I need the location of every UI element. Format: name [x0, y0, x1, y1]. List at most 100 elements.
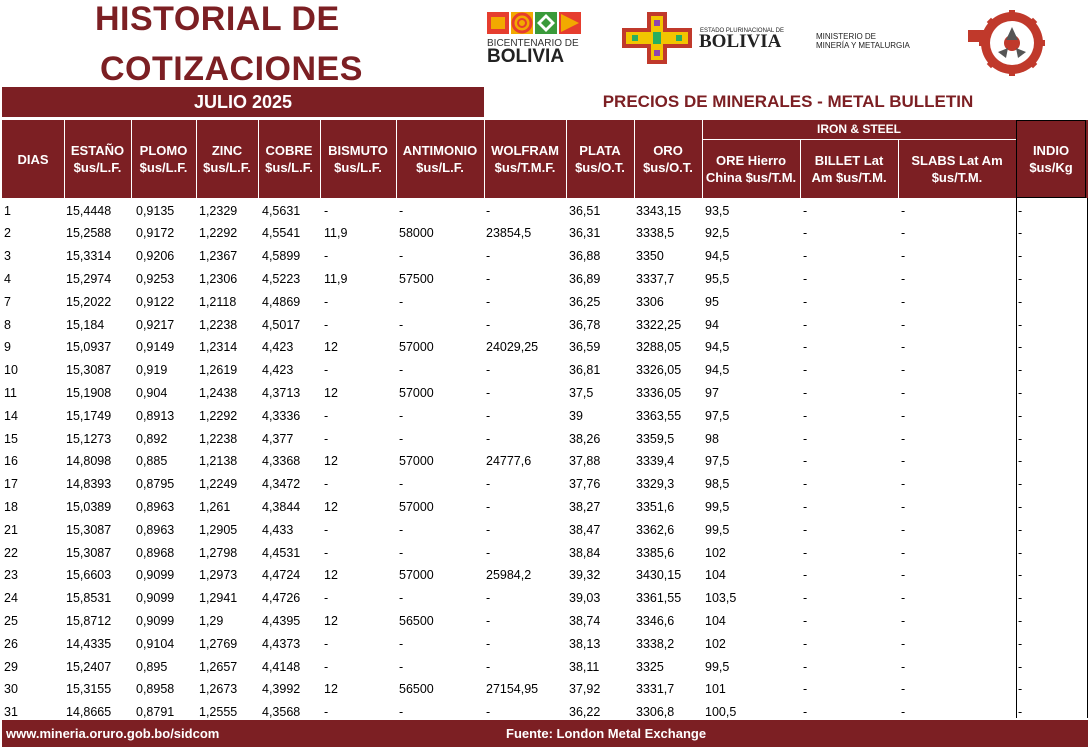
cell-indio: -	[1018, 271, 1023, 286]
divider	[566, 120, 567, 198]
cell-slabs: -	[901, 271, 906, 286]
cell-antimonio: -	[399, 294, 404, 309]
cell-slabs: -	[901, 408, 906, 423]
cell-slabs: -	[901, 659, 906, 674]
cell-plata: 39	[569, 408, 583, 423]
cell-dia: 25	[4, 613, 18, 628]
divider	[320, 120, 321, 198]
page-title-line2: COTIZACIONES	[100, 50, 363, 88]
divider	[64, 120, 65, 198]
col-header-dias: DIAS	[17, 151, 49, 167]
cell-indio: -	[1018, 499, 1023, 514]
cell-bismuto: 11,9	[324, 226, 348, 241]
table-row: 7 15,2022 0,9122 1,2118 4,4869 - - - 36,25 3306 95…	[2, 291, 1088, 314]
cell-indio: -	[1018, 522, 1023, 537]
cell-bismuto: -	[324, 636, 329, 651]
cell-zinc: 1,2292	[199, 226, 238, 241]
divider	[396, 120, 397, 198]
cell-billet: -	[803, 522, 808, 537]
cell-plata: 38,47	[569, 522, 601, 537]
gear-seal-icon	[968, 10, 1045, 76]
cell-dia: 26	[4, 636, 18, 651]
cell-bismuto: -	[324, 431, 329, 446]
footer-source: Fuente: London Metal Exchange	[506, 726, 707, 741]
cell-antimonio: -	[399, 522, 404, 537]
cell-slabs: -	[901, 431, 906, 446]
table-row: 9 15,0937 0,9149 1,2314 4,423 12 57000 24029,25…	[2, 336, 1088, 359]
cell-plata: 36,78	[569, 317, 601, 332]
cell-plata: 38,27	[569, 499, 601, 514]
bicentenario-bolivia: BOLIVIA	[487, 46, 565, 67]
cell-zinc: 1,29	[199, 613, 224, 628]
cell-plata: 37,88	[569, 454, 601, 469]
cell-billet: -	[803, 499, 808, 514]
cell-dia: 8	[4, 317, 11, 332]
cell-estano: 15,1273	[66, 431, 112, 446]
cell-indio: -	[1018, 591, 1023, 606]
col-header-zinc: ZINC $us/L.F.	[203, 143, 251, 175]
cell-bismuto: -	[324, 294, 329, 309]
cell-slabs: -	[901, 340, 906, 355]
col-header-billet: BILLET Lat Am $us/T.M.	[811, 153, 887, 185]
cell-zinc: 1,2238	[199, 431, 238, 446]
cell-ore-hierro: 104	[705, 613, 726, 628]
cell-ore-hierro: 98	[705, 431, 719, 446]
cell-dia: 30	[4, 682, 18, 697]
footer-website-link[interactable]: www.mineria.oruro.gob.bo/sidcom	[6, 720, 219, 747]
cell-zinc: 1,2367	[199, 249, 238, 264]
cell-ore-hierro: 99,5	[705, 499, 730, 514]
cell-dia: 7	[4, 294, 11, 309]
cell-ore-hierro: 97,5	[705, 454, 730, 469]
cell-estano: 15,3087	[66, 363, 112, 378]
table-row: 22 15,3087 0,8968 1,2798 4,4531 - - - 38,84 3385,…	[2, 542, 1088, 565]
cell-plata: 37,76	[569, 477, 601, 492]
cell-slabs: -	[901, 203, 906, 218]
cell-cobre: 4,5631	[262, 203, 301, 218]
cell-indio: -	[1018, 636, 1023, 651]
cell-indio: -	[1018, 226, 1023, 241]
cell-oro: 3359,5	[636, 431, 675, 446]
cell-plomo: 0,9135	[136, 203, 175, 218]
table-row: 14 15,1749 0,8913 1,2292 4,3336 - - - 39 3363,55 9…	[2, 405, 1088, 428]
cell-dia: 24	[4, 591, 18, 606]
cell-plomo: 0,9099	[136, 568, 175, 583]
cell-wolfram: -	[486, 636, 491, 651]
cell-billet: -	[803, 340, 808, 355]
cell-dia: 22	[4, 545, 18, 560]
cell-oro: 3361,55	[636, 591, 682, 606]
cell-zinc: 1,2673	[199, 682, 238, 697]
cell-oro: 3288,05	[636, 340, 682, 355]
cell-ore-hierro: 102	[705, 636, 726, 651]
cell-oro: 3338,2	[636, 636, 675, 651]
cell-antimonio: -	[399, 249, 404, 264]
cell-bismuto: -	[324, 659, 329, 674]
cell-slabs: -	[901, 454, 906, 469]
cell-antimonio: 57000	[399, 340, 434, 355]
cell-ore-hierro: 101	[705, 682, 726, 697]
cell-zinc: 1,2798	[199, 545, 238, 560]
divider	[131, 120, 132, 198]
cell-estano: 15,3087	[66, 522, 112, 537]
cell-slabs: -	[901, 477, 906, 492]
table-row: 16 14,8098 0,885 1,2138 4,3368 12 57000 24777,6…	[2, 450, 1088, 473]
cell-slabs: -	[901, 568, 906, 583]
cell-plomo: 0,9172	[136, 226, 175, 241]
cell-bismuto: -	[324, 477, 329, 492]
cell-zinc: 1,2438	[199, 385, 238, 400]
cell-indio: -	[1018, 408, 1023, 423]
divider	[898, 140, 899, 198]
cell-bismuto: 12	[324, 385, 338, 400]
cell-estano: 15,3155	[66, 682, 112, 697]
cell-wolfram: 25984,2	[486, 568, 532, 583]
cell-oro: 3322,25	[636, 317, 682, 332]
cell-plomo: 0,9099	[136, 613, 175, 628]
cell-estano: 15,8712	[66, 613, 112, 628]
cell-cobre: 4,4373	[262, 636, 301, 651]
cell-indio: -	[1018, 568, 1023, 583]
cell-antimonio: 57500	[399, 271, 434, 286]
cell-plomo: 0,9206	[136, 249, 175, 264]
cell-zinc: 1,2138	[199, 454, 238, 469]
cell-slabs: -	[901, 385, 906, 400]
cell-indio: -	[1018, 340, 1023, 355]
cell-estano: 15,2974	[66, 271, 112, 286]
